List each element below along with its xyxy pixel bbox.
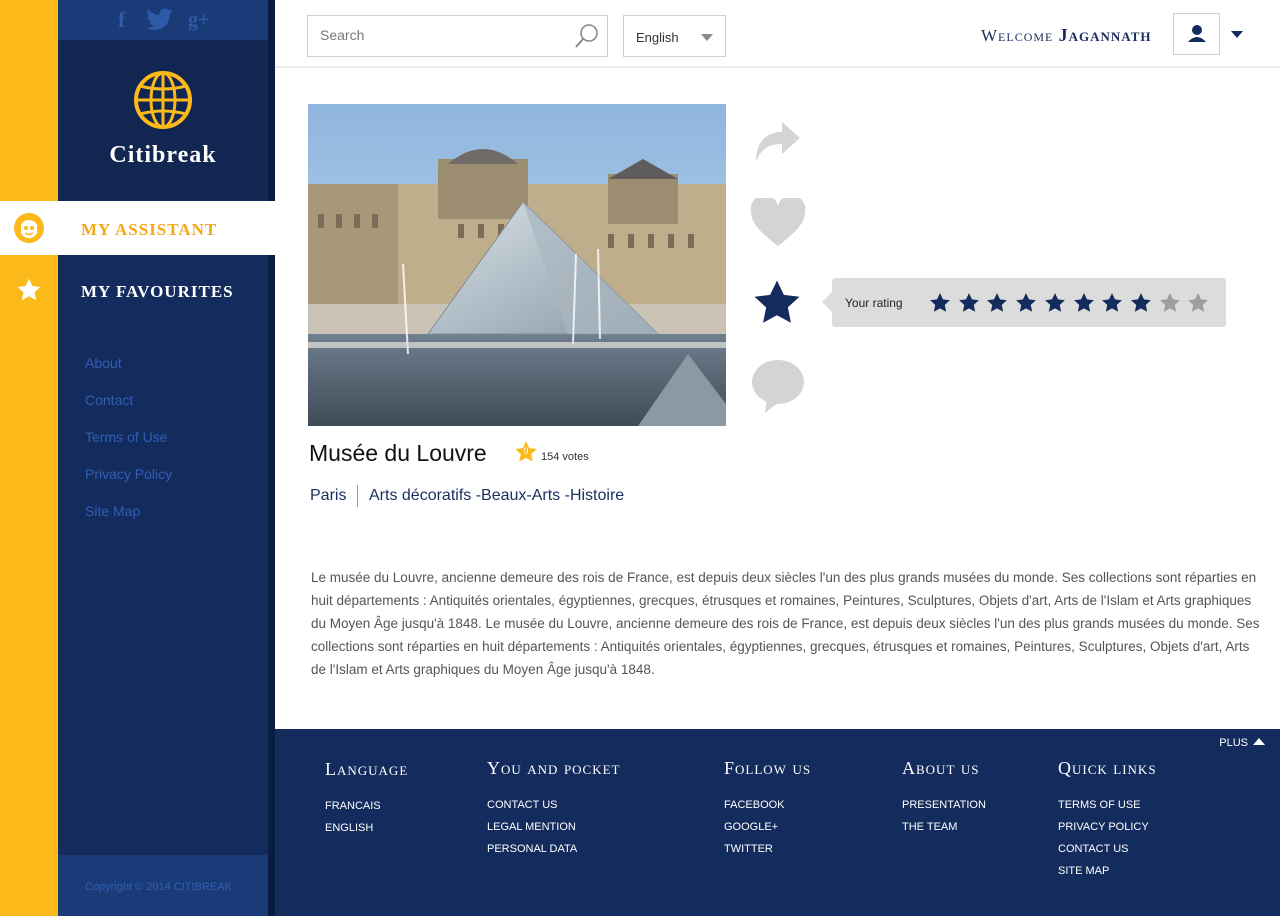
sidebar-link-about[interactable]: About [85,355,122,371]
footer-heading: Quick links [1058,758,1157,778]
rating-star-filled-icon[interactable] [1073,292,1095,314]
rating-star-filled-icon[interactable] [929,292,951,314]
your-rating-popover[interactable]: Your rating [822,278,1226,327]
place-photo [308,104,726,426]
welcome-username: Jagannath [1058,25,1152,45]
score-badge: 9 [514,440,538,464]
brand-name[interactable]: Citibreak [58,142,268,169]
language-value: English [636,30,679,45]
louvre-image [308,104,726,426]
welcome-text: Welcome Jagannath [981,25,1152,46]
comment-icon[interactable] [751,358,805,414]
language-select[interactable]: English [623,15,726,57]
chevron-up-icon [1253,738,1265,745]
place-title: Musée du Louvre [309,440,487,466]
heart-icon[interactable] [750,198,806,248]
rating-star-filled-icon[interactable] [1015,292,1037,314]
copyright-text: Copyright © 2014 CITIBREAK [85,881,232,893]
rating-star-empty-icon[interactable] [1159,292,1181,314]
top-header: English Welcome Jagannath [275,0,1280,68]
user-icon [1188,25,1206,42]
place-categories-link[interactable]: Arts décoratifs -Beaux-Arts -Histoire [369,487,624,505]
nav-item-my-assistant[interactable]: MY ASSISTANT [0,201,275,255]
rating-star-filled-icon[interactable] [1101,292,1123,314]
rating-star-filled-icon[interactable] [958,292,980,314]
footer-link[interactable]: FACEBOOK [724,799,811,811]
sidebar-link-privacy[interactable]: Privacy Policy [85,466,172,482]
footer-col-quick-links: Quick links TERMS OF USE PRIVACY POLICY … [1058,758,1157,887]
search-box[interactable] [307,15,608,57]
rating-star-filled-icon[interactable] [1130,292,1152,314]
rating-star-filled-icon[interactable] [986,292,1008,314]
footer-link[interactable]: PRESENTATION [902,799,986,811]
rating-label: Your rating [845,296,903,310]
twitter-icon[interactable] [146,8,174,35]
footer-link[interactable]: LEGAL MENTION [487,821,621,833]
footer: PLUS Language FRANCAIS ENGLISH You and p… [275,729,1280,916]
footer-heading: Follow us [724,758,812,778]
app-root: f g+ Citibreak MY ASSISTANT MY FAVOURITE… [0,0,1280,916]
plus-toggle[interactable]: PLUS [1219,737,1265,749]
divider [357,485,358,507]
footer-link[interactable]: CONTACT US [1058,843,1157,855]
footer-link[interactable]: ENGLISH [325,822,408,834]
google-plus-icon[interactable]: g+ [188,8,209,32]
sidebar: f g+ Citibreak [58,0,275,916]
footer-link[interactable]: SITE MAP [1058,865,1157,877]
footer-heading: Language [325,759,409,779]
footer-col-follow-us: Follow us FACEBOOK GOOGLE+ TWITTER [724,758,811,865]
search-input[interactable] [320,27,560,43]
footer-col-you-and-pocket: You and pocket CONTACT US LEGAL MENTION … [487,758,621,865]
nav-label-my-favourites: MY FAVOURITES [81,282,234,301]
footer-link[interactable]: PERSONAL DATA [487,843,621,855]
copyright-bar: Copyright © 2014 CITIBREAK [58,855,268,916]
nav-label-my-assistant: MY ASSISTANT [81,220,218,239]
brand-block: Citibreak [58,40,268,200]
assistant-icon [14,213,44,243]
sidebar-accent-strip [0,0,58,916]
footer-col-about-us: About us PRESENTATION THE TEAM [902,758,986,843]
sidebar-link-contact[interactable]: Contact [85,392,133,408]
sidebar-link-sitemap[interactable]: Site Map [85,503,140,519]
footer-link[interactable]: TWITTER [724,843,811,855]
rating-star-empty-icon[interactable] [1187,292,1209,314]
score-value: 9 [523,446,529,456]
search-icon[interactable] [573,22,599,50]
chevron-down-icon [701,34,713,41]
welcome-prefix: Welcome [981,26,1054,45]
sidebar-link-terms[interactable]: Terms of Use [85,429,167,445]
footer-link[interactable]: CONTACT US [487,799,621,811]
footer-link[interactable]: PRIVACY POLICY [1058,821,1157,833]
footer-link[interactable]: TERMS OF USE [1058,799,1157,811]
sidebar-edge [268,0,275,916]
place-city-link[interactable]: Paris [310,487,346,505]
globe-logo-icon [134,71,192,129]
share-icon[interactable] [752,118,802,166]
footer-col-language: Language FRANCAIS ENGLISH [325,759,408,844]
place-description: Le musée du Louvre, ancienne demeure des… [311,570,1260,677]
votes-count: 154 votes [541,451,589,463]
footer-link[interactable]: THE TEAM [902,821,986,833]
footer-heading: About us [902,758,980,778]
footer-heading: You and pocket [487,758,621,778]
user-menu-caret-icon[interactable] [1231,31,1243,38]
social-bar: f g+ [58,0,268,40]
footer-link[interactable]: GOOGLE+ [724,821,811,833]
rating-star-filled-icon[interactable] [1044,292,1066,314]
rating-star-icon[interactable] [751,278,803,328]
plus-label: PLUS [1219,737,1248,749]
footer-link[interactable]: FRANCAIS [325,800,408,812]
facebook-icon[interactable]: f [118,8,125,32]
user-menu-button[interactable] [1173,13,1220,55]
star-icon [17,278,41,301]
